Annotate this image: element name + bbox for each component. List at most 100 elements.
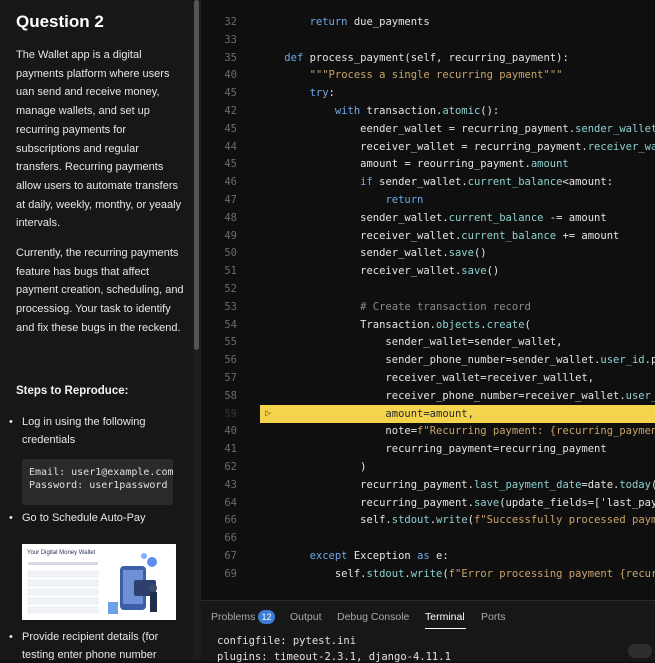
line-number: 33 — [224, 33, 237, 46]
code-line[interactable]: 50 sender_wallet.save() — [201, 244, 655, 262]
tab-ports[interactable]: Ports — [481, 611, 506, 623]
line-number: 40 — [224, 425, 237, 438]
app-screenshot-thumbnail[interactable]: Your Digital Money Wallet — [22, 544, 176, 620]
code-line[interactable]: 41 recurring_payment=recurring_payment — [201, 440, 655, 458]
code-line[interactable]: 57 receiver_wallet=receiver_walllet, — [201, 369, 655, 387]
line-number: 54 — [224, 318, 237, 331]
line-number: 66 — [224, 532, 237, 545]
tab-terminal[interactable]: Terminal — [425, 611, 465, 623]
tab-output[interactable]: Output — [290, 611, 322, 623]
code-line[interactable]: 32 return due_payments — [201, 13, 655, 31]
code-text: def process_payment(self, recurring_paym… — [284, 51, 569, 64]
question-scrollbar[interactable] — [193, 0, 201, 660]
scrollbar-thumb[interactable] — [194, 0, 199, 350]
code-line[interactable]: 56 sender_phone_number=sender_wallet.use… — [201, 351, 655, 369]
description-paragraph: The Wallet app is a digital payments pla… — [16, 49, 182, 230]
code-line[interactable]: 43 recurring_payment.last_payment_date=d… — [201, 476, 655, 494]
code-line[interactable]: 69 self.stdout.write(f"Error processing … — [201, 565, 655, 583]
code-line[interactable]: 45 try: — [201, 84, 655, 102]
code-line[interactable]: 64 recurring_payment.save(update_fields=… — [201, 494, 655, 512]
code-line[interactable]: 46 if sender_wallet.current_balance<amou… — [201, 173, 655, 191]
code-text: self.stdout.write(f"Error processing pay… — [259, 567, 655, 580]
code-text: """Process a single recurring payment""" — [309, 69, 563, 82]
credentials-box: Email: user1@example.com Password: user1… — [22, 459, 174, 505]
line-number: 46 — [224, 176, 237, 189]
code-line[interactable]: 54 Transaction.objects.create( — [201, 316, 655, 334]
code-text: receiver_phone_number=receiver_wallet.us… — [259, 389, 655, 402]
line-number: 50 — [224, 247, 237, 260]
code-line[interactable]: 45 amount = reourring_payment.amount — [201, 155, 655, 173]
line-number: 57 — [224, 372, 237, 384]
bullet-icon: • — [9, 512, 13, 524]
question-panel: Question 2 The Wallet app is a digital p… — [0, 0, 193, 660]
code-text: except Exception as e: — [309, 550, 449, 562]
problems-count-badge: 12 — [258, 610, 275, 624]
line-number: 64 — [224, 496, 237, 509]
code-text: sender_wallet=sender_wallet, — [259, 336, 563, 349]
code-line[interactable]: 33 — [201, 31, 655, 49]
tab-problems[interactable]: Problems — [211, 611, 255, 623]
credential-password: Password: user1password — [29, 480, 168, 491]
code-text: sender_wallet.save() — [259, 247, 487, 260]
line-number: 59 — [224, 407, 237, 420]
code-text: # Create transaction record — [259, 300, 531, 313]
code-editor[interactable]: 32 return due_payments 33 35 def process_p… — [201, 0, 655, 600]
code-line[interactable]: 62 ) — [201, 458, 655, 476]
code-text: amount=amount, — [259, 407, 474, 420]
code-text: receiver_wallet.current_balance += amoun… — [259, 229, 620, 242]
code-text: with transaction.atomic(): — [334, 105, 500, 117]
tab-debug-console[interactable]: Debug Console — [337, 611, 409, 623]
step-text: Go to Schedule Auto-Pay — [22, 512, 146, 524]
question-title: Question 2 — [16, 12, 104, 31]
code-line[interactable]: 40 """Process a single recurring payment… — [201, 66, 655, 84]
code-text: self.stdout.write(f"Successfully process… — [259, 514, 655, 527]
code-line[interactable]: 53 # Create transaction record — [201, 298, 655, 316]
code-line[interactable]: 44 receiver_wallet = recurring_payment.r… — [201, 138, 655, 156]
highlighted-code-line[interactable]: ▷ 59 amount=amount, — [224, 404, 655, 423]
code-line[interactable]: 45 eender_wallet = recurring_payment.sen… — [201, 120, 655, 138]
code-line[interactable]: 67 except Exception as e: — [201, 547, 655, 565]
code-text: note=f"Recurring payment: {recurring_pay… — [259, 425, 655, 438]
steps-heading: Steps to Reproduce: — [16, 385, 129, 397]
code-line[interactable]: 40 note=f"Recurring payment: {recurring_… — [201, 422, 655, 440]
code-text: sender_wallet.current_balance -= amount — [259, 211, 607, 224]
line-number: 45 — [224, 158, 237, 171]
line-number: 67 — [224, 550, 237, 562]
code-line[interactable]: 55 sender_wallet=sender_wallet, — [201, 333, 655, 351]
terminal-line: plugins: timeout-2.3.1, django-4.11.1 — [217, 651, 451, 663]
line-number: 44 — [224, 140, 237, 153]
code-line[interactable]: 58 receiver_phone_number=receiver_wallet… — [201, 387, 655, 405]
thumbnail-title: Your Digital Money Wallet — [27, 550, 96, 556]
code-line[interactable]: 35 def process_payment(self, recurring_p… — [201, 49, 655, 67]
line-number: 56 — [224, 354, 237, 367]
code-text: try: — [309, 87, 335, 100]
code-line[interactable]: 49 receiver_wallet.current_balance += am… — [201, 227, 655, 245]
code-line[interactable]: 66 — [201, 529, 655, 547]
line-number: 62 — [224, 461, 237, 473]
step-item: • Provide recipient details (for testing… — [9, 628, 187, 660]
line-number: 45 — [224, 122, 237, 135]
code-line[interactable]: 42 with transaction.atomic(): — [201, 102, 655, 120]
step-item: • Log in using the following credentials — [9, 413, 187, 449]
code-line[interactable]: 66 self.stdout.write(f"Successfully proc… — [201, 511, 655, 529]
code-text: recurring_payment.save(update_fields=['l… — [259, 496, 655, 509]
code-text: return due_payments — [309, 16, 430, 28]
more-options-icon[interactable] — [628, 644, 652, 658]
code-line[interactable]: 47 return — [201, 191, 655, 209]
line-number: 42 — [224, 105, 237, 117]
credential-email: Email: user1@example.com — [29, 467, 174, 478]
code-text: receiver_wallet = recurring_payment.rece… — [259, 140, 655, 153]
active-tab-indicator — [425, 628, 466, 629]
code-line[interactable]: 52 — [201, 280, 655, 298]
code-text: sender_phone_number=sender_wallet.user_i… — [259, 354, 655, 367]
line-number: 51 — [224, 265, 237, 278]
code-line[interactable]: 48 sender_wallet.current_balance -= amou… — [201, 209, 655, 227]
code-text: ) — [259, 461, 367, 473]
code-line[interactable]: 51 receiver_wallet.save() — [201, 262, 655, 280]
task-paragraph: Currently, the recurring payments featur… — [16, 247, 184, 334]
line-number: 48 — [224, 211, 237, 224]
bullet-icon: • — [9, 416, 13, 428]
line-number: 53 — [224, 300, 237, 313]
line-number: 43 — [224, 478, 237, 491]
line-number: 45 — [224, 87, 237, 100]
